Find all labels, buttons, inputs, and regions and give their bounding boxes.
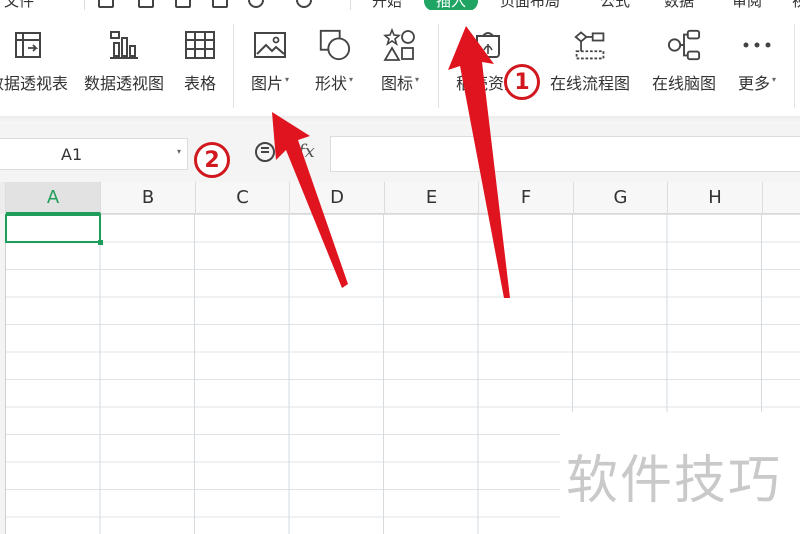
menu-view[interactable]: 视图 <box>792 0 800 10</box>
preview-icon[interactable] <box>212 0 228 8</box>
picture-icon <box>253 28 287 62</box>
menu-insert[interactable]: 插入 <box>424 0 479 10</box>
name-box-value: A1 <box>61 145 83 164</box>
step-badge-2: 2 <box>194 142 230 178</box>
row-header-column[interactable] <box>0 214 6 534</box>
export-icon[interactable] <box>138 0 154 8</box>
column-header-c[interactable]: C <box>196 182 290 214</box>
pivot-chart-icon <box>107 28 141 62</box>
step-badge-1: 1 <box>504 64 540 100</box>
chevron-down-icon[interactable]: ▾ <box>177 147 181 156</box>
menu-page-layout[interactable]: 页面布局 <box>500 0 560 10</box>
pivot-chart-label: 数据透视图 <box>83 74 164 93</box>
more-icon <box>740 28 774 62</box>
print-icon[interactable] <box>175 0 191 8</box>
mindmap-button[interactable]: 在线脑图 <box>646 28 722 104</box>
column-header-f[interactable]: F <box>479 182 574 214</box>
flowchart-label: 在线流程图 <box>549 74 630 93</box>
chevron-down-icon: ▾ <box>772 74 777 84</box>
menu-home[interactable]: 开始 <box>372 0 402 10</box>
column-header-row: A B C D E F G H <box>0 182 800 214</box>
column-header-b[interactable]: B <box>101 182 196 214</box>
menu-separator <box>350 0 351 10</box>
flowchart-button[interactable]: 在线流程图 <box>542 28 638 104</box>
ribbon-group-separator <box>233 24 234 108</box>
menu-bar: 文件 开始 插入 页面布局 公式 数据 审阅 视图 <box>0 0 800 10</box>
picture-button[interactable]: 图片 ▾ <box>242 28 298 104</box>
menu-formulas[interactable]: 公式 <box>600 0 630 10</box>
ribbon-group-separator <box>794 24 795 108</box>
zoom-formula-icon[interactable] <box>255 142 275 162</box>
mindmap-label: 在线脑图 <box>651 74 716 93</box>
chevron-down-icon: ▾ <box>285 74 290 84</box>
ribbon-group-separator <box>438 24 439 108</box>
pivot-table-button[interactable]: 数据透视表 <box>0 28 68 104</box>
menu-data[interactable]: 数据 <box>664 0 694 10</box>
more-button[interactable]: 更多 ▾ <box>730 28 784 104</box>
column-header-d[interactable]: D <box>290 182 385 214</box>
undo-icon[interactable] <box>248 0 264 8</box>
pivot-table-label: 数据透视表 <box>0 74 69 93</box>
chevron-down-icon: ▾ <box>415 74 420 84</box>
pivot-table-icon <box>11 28 45 62</box>
watermark: 软件技巧 <box>566 451 783 511</box>
table-icon <box>183 28 217 62</box>
picture-label: 图片 <box>250 74 283 93</box>
pivot-chart-button[interactable]: 数据透视图 <box>78 28 170 104</box>
chevron-down-icon: ▾ <box>349 74 354 84</box>
column-header-h[interactable]: H <box>668 182 763 214</box>
ribbon-shadow <box>0 116 800 124</box>
shape-button[interactable]: 形状 ▾ <box>306 28 362 104</box>
fx-icon[interactable]: fx <box>298 141 315 162</box>
column-header-a[interactable]: A <box>6 182 101 214</box>
table-label: 表格 <box>183 74 216 93</box>
active-cell-a1[interactable] <box>5 214 103 245</box>
formula-input[interactable] <box>330 136 800 172</box>
menu-separator <box>84 0 85 10</box>
menu-review[interactable]: 审阅 <box>732 0 762 10</box>
ribbon-insert: 数据透视表 数据透视图 表格 图片▾ 形状▾ 图标▾ <box>0 10 800 118</box>
mindmap-icon <box>667 28 701 62</box>
column-header-e[interactable]: E <box>385 182 479 214</box>
icon-library-button[interactable]: 图标 ▾ <box>372 28 428 104</box>
table-button[interactable]: 表格 <box>176 28 224 104</box>
icon-library-icon <box>383 28 417 62</box>
more-label: 更多 <box>737 74 770 93</box>
shape-label: 形状 <box>314 74 347 93</box>
column-header-g[interactable]: G <box>574 182 668 214</box>
formula-bar: A1 ▾ fx <box>0 124 800 182</box>
redo-icon[interactable] <box>296 0 312 8</box>
menu-file[interactable]: 文件 <box>4 0 34 10</box>
flowchart-icon <box>573 28 607 62</box>
icon-library-label: 图标 <box>380 74 413 93</box>
name-box[interactable]: A1 ▾ <box>0 138 188 170</box>
docer-resource-icon <box>471 28 505 62</box>
shape-icon <box>317 28 351 62</box>
save-icon[interactable] <box>98 0 114 8</box>
